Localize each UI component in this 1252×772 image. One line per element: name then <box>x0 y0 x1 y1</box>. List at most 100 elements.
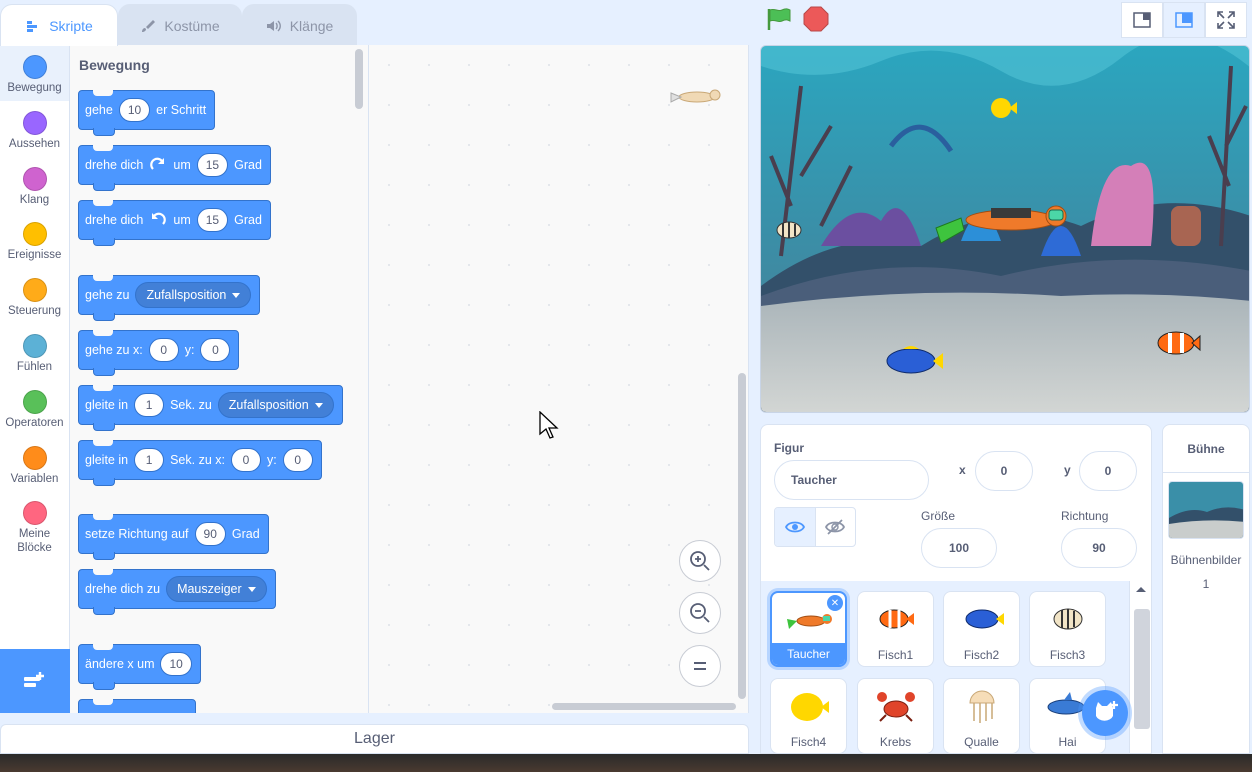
block-turn-right[interactable]: drehe dich um 15 Grad <box>78 145 271 191</box>
direction-input[interactable]: 90 <box>1061 528 1137 568</box>
stage-pane-title: Bühne <box>1163 425 1249 473</box>
palette-scrollbar[interactable] <box>355 49 363 109</box>
zoom-out-button[interactable] <box>679 592 721 634</box>
sprite-list-scrollbar[interactable] <box>1134 609 1150 729</box>
block-text: y: <box>266 453 277 467</box>
block-input[interactable]: 10 <box>160 652 192 676</box>
angelfish-icon <box>1053 608 1082 630</box>
choose-sprite-button[interactable] <box>1078 686 1132 740</box>
block-point-towards[interactable]: drehe dich zu Mauszeiger <box>78 569 276 615</box>
workspace-horizontal-scrollbar[interactable] <box>552 703 736 710</box>
block-text: Grad <box>231 527 260 541</box>
sprite-name-input[interactable]: Taucher <box>774 460 929 500</box>
block-text: gleite in <box>85 453 129 467</box>
zoom-in-button[interactable] <box>679 540 721 582</box>
block-dropdown[interactable]: Zufallsposition <box>217 392 334 418</box>
block-glide[interactable]: gleite in 1 Sek. zu Zufallsposition <box>78 385 343 431</box>
block-text: y: <box>184 343 195 357</box>
rotate-right-icon <box>150 157 165 170</box>
scroll-up-icon[interactable] <box>1130 581 1152 597</box>
block-goto[interactable]: gehe zu Zufallsposition <box>78 275 261 321</box>
category-fuehlen[interactable]: Fühlen <box>0 324 69 380</box>
green-flag-icon[interactable] <box>766 7 792 31</box>
x-label: x <box>959 463 966 477</box>
small-stage-button[interactable] <box>1121 2 1163 38</box>
category-klang[interactable]: Klang <box>0 157 69 213</box>
block-input[interactable]: 15 <box>196 153 229 177</box>
block-dropdown[interactable]: Zufallsposition <box>135 282 252 308</box>
workspace-vertical-scrollbar[interactable] <box>738 373 746 699</box>
block-text: drehe dich <box>85 213 144 227</box>
block-dropdown[interactable]: Mauszeiger <box>166 576 267 602</box>
category-operatoren[interactable]: Operatoren <box>0 380 69 436</box>
show-sprite-button[interactable] <box>775 508 815 546</box>
sprite-tile-taucher[interactable]: ✕ Taucher <box>770 591 847 667</box>
cat-add-icon <box>1096 701 1118 721</box>
caret-down-icon <box>247 586 256 592</box>
backpack-bar[interactable]: Lager <box>0 724 749 754</box>
sprite-tile-fisch3[interactable]: Fisch3 <box>1029 591 1106 667</box>
y-position-input[interactable]: 0 <box>1079 451 1137 491</box>
sprite-tile-krebs[interactable]: Krebs <box>857 678 934 753</box>
delete-sprite-button[interactable]: ✕ <box>827 595 843 611</box>
x-position-input[interactable]: 0 <box>975 451 1033 491</box>
stage-size-controls <box>1121 2 1247 38</box>
category-dot <box>22 445 47 470</box>
category-aussehen[interactable]: Aussehen <box>0 101 69 157</box>
category-meine-bloecke[interactable]: Meine Blöcke <box>0 491 69 554</box>
category-bewegung[interactable]: Bewegung <box>0 45 69 101</box>
block-glide-xy[interactable]: gleite in 1 Sek. zu x: 0 y: 0 <box>78 440 322 486</box>
add-extension-button[interactable] <box>0 649 70 713</box>
tab-label: Skripte <box>49 17 93 34</box>
category-steuerung[interactable]: Steuerung <box>0 268 69 324</box>
category-dot <box>22 55 47 79</box>
sprite-tile-qualle[interactable]: Qualle <box>943 678 1020 753</box>
sprite-tile-fisch1[interactable]: Fisch1 <box>857 591 934 667</box>
block-text: setze Richtung auf <box>85 527 189 541</box>
block-turn-left[interactable]: drehe dich um 15 Grad <box>78 200 271 246</box>
block-goto-xy[interactable]: gehe zu x: 0 y: 0 <box>78 330 240 376</box>
tab-skripte[interactable]: Skripte <box>0 4 118 46</box>
stage-canvas[interactable] <box>760 45 1250 413</box>
block-input[interactable]: 90 <box>194 522 226 546</box>
diver-icon <box>670 89 721 103</box>
block-move-steps[interactable]: gehe 10 er Schritt <box>78 90 216 136</box>
category-dot <box>22 501 47 526</box>
stage-target-pane[interactable]: Bühne Bühnenbilder 1 <box>1162 424 1250 754</box>
sprite-tile-fisch4[interactable]: Fisch4 <box>770 678 847 753</box>
tab-klaenge[interactable]: Klänge <box>242 4 357 46</box>
category-ereignisse[interactable]: Ereignisse <box>0 212 69 268</box>
block-text: gleite in <box>85 398 129 412</box>
category-variablen[interactable]: Variablen <box>0 436 69 492</box>
block-input[interactable]: 10 <box>118 98 151 122</box>
visibility-toggle <box>774 507 856 547</box>
underwater-backdrop <box>761 46 1249 412</box>
block-partial[interactable] <box>78 699 196 713</box>
mouse-pointer-icon <box>539 411 559 439</box>
size-label: Größe <box>921 509 956 523</box>
stop-icon[interactable] <box>803 6 829 32</box>
script-workspace[interactable] <box>369 45 749 713</box>
block-input[interactable]: 1 <box>134 393 165 417</box>
block-input-y[interactable]: 0 <box>200 338 231 362</box>
tab-kostueme[interactable]: Kostüme <box>118 4 242 46</box>
zoom-reset-button[interactable] <box>679 645 721 687</box>
palette-section-title: Bewegung <box>79 57 150 73</box>
large-stage-button[interactable] <box>1163 2 1205 38</box>
category-dot <box>22 389 47 414</box>
block-input[interactable]: 15 <box>196 208 229 232</box>
block-input-x[interactable]: 0 <box>230 448 261 472</box>
block-input-y[interactable]: 0 <box>282 448 313 472</box>
yellowfish-icon <box>790 693 829 721</box>
size-input[interactable]: 100 <box>921 528 997 568</box>
block-text: Sek. zu <box>170 398 212 412</box>
sprite-tile-fisch2[interactable]: Fisch2 <box>943 591 1020 667</box>
block-input-x[interactable]: 0 <box>148 338 179 362</box>
block-point-direction[interactable]: setze Richtung auf 90 Grad <box>78 514 269 560</box>
fullscreen-button[interactable] <box>1205 2 1247 38</box>
speaker-icon <box>266 20 281 31</box>
eye-slash-icon <box>825 519 846 535</box>
block-change-x[interactable]: ändere x um 10 <box>78 644 201 690</box>
block-input[interactable]: 1 <box>134 448 165 472</box>
hide-sprite-button[interactable] <box>814 508 856 546</box>
